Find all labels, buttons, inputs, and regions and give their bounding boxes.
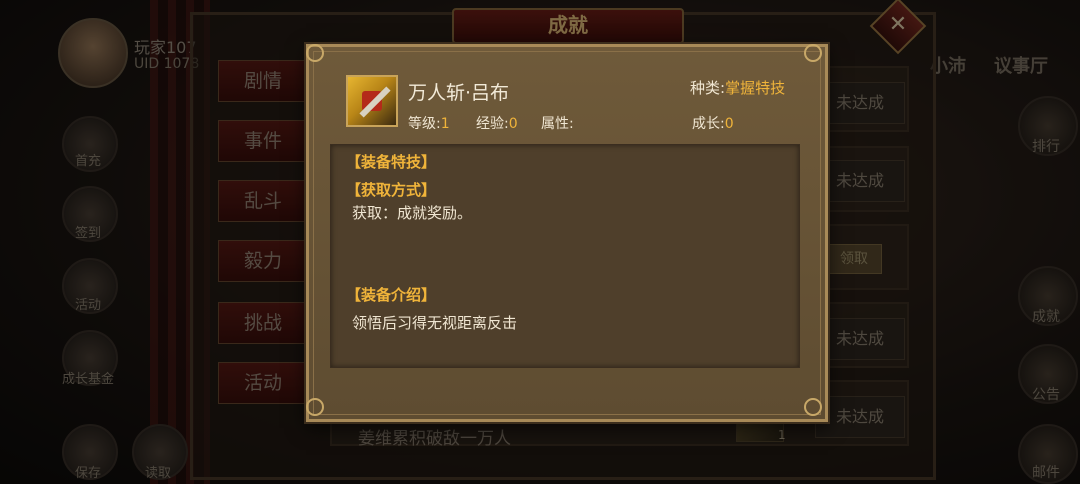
item-name: 万人斩·吕布 xyxy=(408,82,510,104)
level-stat: 等级:1 xyxy=(408,113,450,133)
item-type: 种类:掌握特技 xyxy=(690,77,785,98)
type-label: 种类: xyxy=(690,79,726,97)
exp-stat: 经验:0 xyxy=(476,113,518,133)
attribute-label: 属性: xyxy=(541,116,574,132)
exp-label: 经验: xyxy=(476,116,509,132)
corner-ornament xyxy=(306,398,324,416)
equip-intro-heading: 【装备介绍】 xyxy=(346,286,437,304)
obtain-method-heading: 【获取方式】 xyxy=(346,181,437,199)
growth-label: 成长: xyxy=(692,116,725,132)
attribute-stat: 属性: xyxy=(541,113,574,133)
sword-scroll-icon xyxy=(346,75,398,127)
corner-ornament xyxy=(804,398,822,416)
equip-skill-heading: 【装备特技】 xyxy=(346,153,437,171)
item-description-box xyxy=(330,144,800,368)
corner-ornament xyxy=(306,44,324,62)
growth-stat: 成长:0 xyxy=(692,113,734,133)
level-value: 1 xyxy=(440,116,450,132)
equip-intro-text: 领悟后习得无视距离反击 xyxy=(352,314,518,332)
obtain-method-text: 获取：成就奖励。 xyxy=(352,204,473,222)
level-label: 等级: xyxy=(408,116,441,132)
exp-value: 0 xyxy=(508,116,518,132)
growth-value: 0 xyxy=(724,116,734,132)
type-value: 掌握特技 xyxy=(725,79,786,97)
corner-ornament xyxy=(804,44,822,62)
